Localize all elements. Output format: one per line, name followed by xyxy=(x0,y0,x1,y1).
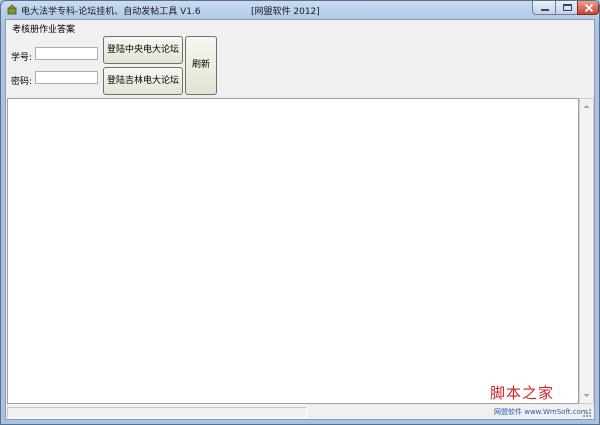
app-window: 电大法学专科-论坛挂机、自动发帖工具 V1.6 [网盟软件 2012] 考核册作… xyxy=(0,0,600,425)
password-label: 密码: xyxy=(11,77,33,87)
app-icon xyxy=(7,4,17,15)
maximize-icon xyxy=(563,4,572,11)
watermark-logo-text: 脚本之家 xyxy=(490,384,555,402)
title-bar[interactable]: 电大法学专科-论坛挂机、自动发帖工具 V1.6 [网盟软件 2012] xyxy=(1,1,599,19)
minimize-button[interactable] xyxy=(532,1,556,15)
status-panel xyxy=(7,407,307,418)
menu-item-homework-answers[interactable]: 考核册作业答案 xyxy=(12,22,75,35)
output-textarea[interactable] xyxy=(7,98,579,404)
window-title: 电大法学专科-论坛挂机、自动发帖工具 V1.6 xyxy=(21,7,201,17)
window-title-tag: [网盟软件 2012] xyxy=(251,7,320,17)
close-button[interactable] xyxy=(577,1,599,15)
scroll-up-icon[interactable] xyxy=(581,101,592,112)
close-icon xyxy=(584,3,594,13)
maximize-button[interactable] xyxy=(555,1,578,15)
login-jilin-forum-button[interactable]: 登陆吉林电大论坛 xyxy=(103,67,183,95)
menu-bar: 考核册作业答案 xyxy=(6,20,594,35)
refresh-button[interactable]: 刷新 xyxy=(185,36,217,95)
client-area: 考核册作业答案 学号: 密码: 登陆中央电大论坛 登陆吉林电大论坛 刷新 xyxy=(5,19,595,420)
student-id-label: 学号: xyxy=(11,53,33,63)
password-input[interactable] xyxy=(35,71,98,84)
vertical-scrollbar[interactable] xyxy=(579,98,594,404)
minimize-icon xyxy=(541,9,549,11)
login-central-forum-button[interactable]: 登陆中央电大论坛 xyxy=(103,36,183,64)
scroll-down-icon[interactable] xyxy=(581,390,592,401)
student-id-input[interactable] xyxy=(35,47,98,60)
watermark-url: 网盟软件 www.WmSoft.com xyxy=(494,408,588,416)
